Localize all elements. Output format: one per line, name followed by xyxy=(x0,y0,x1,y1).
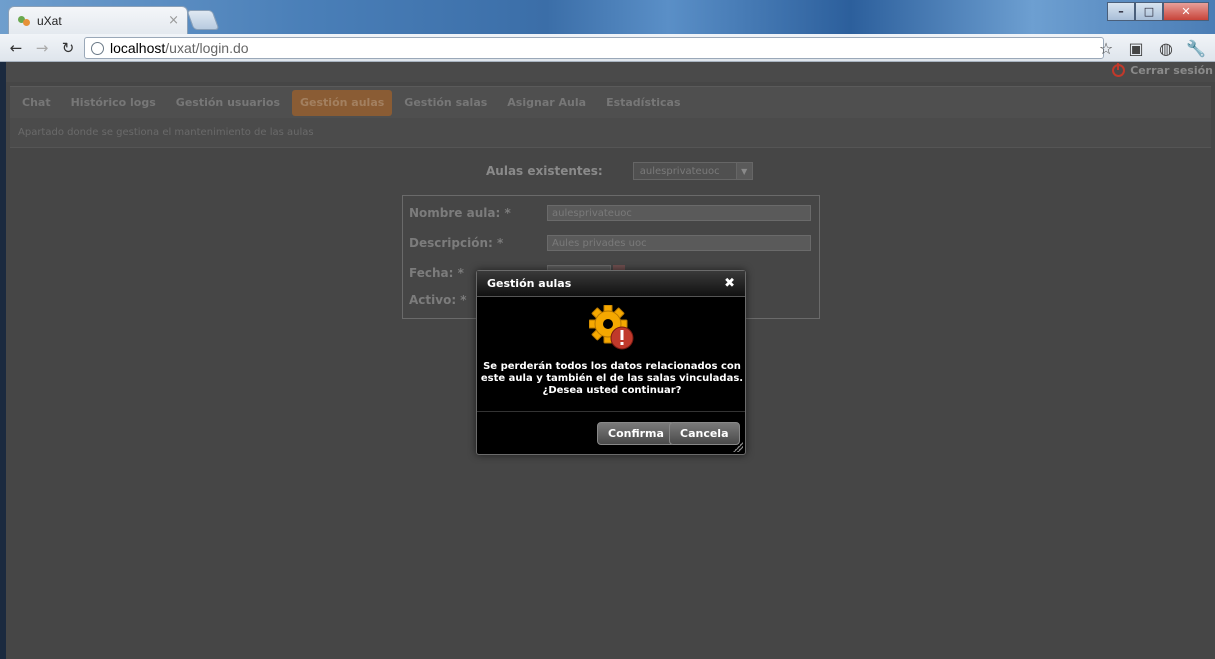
tab-label: Gestión salas xyxy=(404,96,488,109)
dialog-title: Gestión aulas xyxy=(487,277,572,290)
tab-label: Histórico logs xyxy=(70,96,156,109)
favicon-icon xyxy=(17,14,31,28)
browser-toolbar: ← → ↻ localhost/uxat/login.do ☆ ▣ ◍ 🔧 xyxy=(0,34,1215,62)
globe-icon xyxy=(91,41,104,55)
confirm-button[interactable]: Confirma xyxy=(597,422,675,445)
tab-asignar-aula[interactable]: Asignar Aula xyxy=(499,90,594,116)
logout-link[interactable]: Cerrar sesión xyxy=(1112,63,1213,77)
name-input[interactable]: aulesprivateuoc xyxy=(547,205,811,221)
extension-icon[interactable]: ▣ xyxy=(1125,37,1147,59)
main-nav: Chat Histórico logs Gestión usuarios Ges… xyxy=(10,86,1211,118)
dialog-body: Se perderán todos los datos relacionados… xyxy=(477,297,745,411)
window-controls: – □ ✕ xyxy=(1107,2,1209,21)
tab-gestion-salas[interactable]: Gestión salas xyxy=(396,90,495,116)
back-icon[interactable]: ← xyxy=(6,39,26,57)
confirm-dialog: Gestión aulas ✖ Se perderán todos los da… xyxy=(476,270,746,455)
url-host: localhost xyxy=(110,40,166,56)
description-input[interactable]: Aules privades uoc xyxy=(547,235,811,251)
form-row-description: Descripción: * Aules privades uoc xyxy=(409,235,811,251)
toolbar-right-icons: ☆ ▣ ◍ 🔧 xyxy=(1095,37,1207,59)
tab-label: Gestión aulas xyxy=(300,96,385,109)
app-topbar: Cerrar sesión xyxy=(6,62,1215,82)
cancel-button[interactable]: Cancela xyxy=(669,422,740,445)
minimize-button[interactable]: – xyxy=(1107,2,1135,21)
chevron-down-icon[interactable]: ▼ xyxy=(735,163,752,179)
gear-warning-icon xyxy=(588,304,635,351)
tab-label: Estadísticas xyxy=(606,96,681,109)
selector-label: Aulas existentes: xyxy=(486,164,603,178)
tab-gestion-usuarios[interactable]: Gestión usuarios xyxy=(168,90,288,116)
forward-icon[interactable]: → xyxy=(32,39,52,57)
tab-estadisticas[interactable]: Estadísticas xyxy=(598,90,688,116)
section-description: Apartado donde se gestiona el mantenimie… xyxy=(10,118,1211,148)
dialog-footer: Confirma Cancela xyxy=(477,411,745,454)
name-label: Nombre aula: * xyxy=(409,206,511,220)
window-titlebar: uXat × – □ ✕ xyxy=(0,0,1215,34)
globe-extension-icon[interactable]: ◍ xyxy=(1155,37,1177,59)
logout-label: Cerrar sesión xyxy=(1130,64,1213,77)
tab-close-icon[interactable]: × xyxy=(168,13,179,28)
tab-label: Asignar Aula xyxy=(507,96,587,109)
browser-tab[interactable]: uXat × xyxy=(8,6,188,34)
new-tab-button[interactable] xyxy=(186,10,220,30)
aulas-selector: Aulas existentes: aulesprivateuoc ▼ xyxy=(486,162,753,180)
wrench-icon[interactable]: 🔧 xyxy=(1185,37,1207,59)
tab-gestion-aulas[interactable]: Gestión aulas xyxy=(292,89,393,116)
description-label: Descripción: * xyxy=(409,236,504,250)
power-icon xyxy=(1112,63,1126,77)
close-icon[interactable]: ✖ xyxy=(724,276,735,291)
tab-label: Gestión usuarios xyxy=(175,96,281,109)
message-line: ¿Desea usted continuar? xyxy=(542,385,682,396)
form-row-name: Nombre aula: * aulesprivateuoc xyxy=(409,205,811,221)
maximize-button[interactable]: □ xyxy=(1135,2,1163,21)
url-path: /uxat/login.do xyxy=(165,40,249,56)
star-icon[interactable]: ☆ xyxy=(1095,37,1117,59)
tab-chat[interactable]: Chat xyxy=(14,90,59,116)
tab-label: Chat xyxy=(22,96,51,109)
dialog-header: Gestión aulas ✖ xyxy=(477,271,745,297)
address-bar[interactable]: localhost/uxat/login.do xyxy=(84,37,1104,59)
dialog-message: Se perderán todos los datos relacionados… xyxy=(477,361,747,397)
reload-icon[interactable]: ↻ xyxy=(58,39,78,57)
tab-historico-logs[interactable]: Histórico logs xyxy=(63,90,164,116)
aulas-select[interactable]: aulesprivateuoc ▼ xyxy=(632,162,753,180)
resize-grip-icon[interactable] xyxy=(733,442,743,452)
tab-title: uXat xyxy=(37,13,62,28)
message-line: este aula y también el de las salas vinc… xyxy=(480,373,744,384)
window-close-button[interactable]: ✕ xyxy=(1163,2,1209,21)
message-line: Se perderán todos los datos relacionados… xyxy=(483,361,741,372)
select-value: aulesprivateuoc xyxy=(639,165,720,177)
